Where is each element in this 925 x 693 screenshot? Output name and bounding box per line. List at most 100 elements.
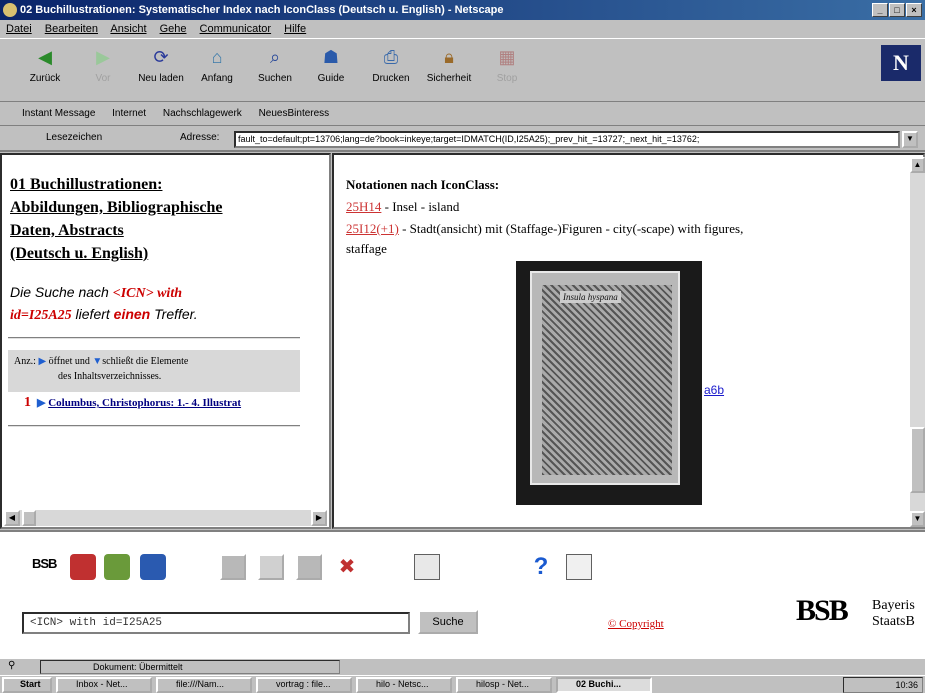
list-icon[interactable] (414, 554, 440, 580)
first-page-icon[interactable] (220, 554, 246, 580)
scroll-thumb[interactable] (22, 510, 36, 526)
security-label: Sicherheit (426, 73, 472, 84)
bsb-home-button[interactable]: BSB (32, 556, 57, 571)
personal-link-neues[interactable]: NeuesBinteress (259, 108, 330, 119)
status-text: Dokument: Übermittelt (40, 660, 340, 674)
taskbar-item-active[interactable]: 02 Buchi... (556, 677, 652, 693)
taskbar-item[interactable]: file:///Nam... (156, 677, 252, 693)
print-button[interactable]: ⎙ Drucken (366, 45, 416, 85)
printer-icon: ⎙ (383, 46, 399, 67)
location-toolbar: Lesezeichen Adresse: fault_to=default;pt… (0, 126, 925, 152)
right-frame: Notationen nach IconClass: 25H14 - Insel… (332, 153, 925, 529)
home-button[interactable]: ⌂ Anfang (192, 45, 242, 85)
status-bar: ⚲ Dokument: Übermittelt (0, 658, 925, 674)
hit-list-item[interactable]: 1 ▶ Columbus, Christophorus: 1.- 4. Illus… (24, 395, 329, 411)
taskbar-item[interactable]: hilosp - Net... (456, 677, 552, 693)
image-reference-link[interactable]: a6b (704, 383, 724, 397)
vertical-scrollbar[interactable]: ▲ ▼ (910, 157, 925, 527)
notation-link[interactable]: 25H14 (346, 199, 381, 214)
bottom-tool-panel: BSB ✖ ? <ICN> with id=I25A25 Suche © Cop… (0, 530, 925, 658)
bsb-logo: BSB (796, 594, 849, 627)
back-arrow-icon: ◀ (38, 46, 52, 67)
search-button[interactable]: ⌕ Suchen (250, 45, 300, 85)
guide-button[interactable]: ☗ Guide (306, 45, 356, 85)
personal-link-nachschlagewerk[interactable]: Nachschlagewerk (163, 108, 242, 119)
menu-bearbeiten[interactable]: Bearbeiten (45, 23, 98, 35)
hit-link[interactable]: Columbus, Christophorus: 1.- 4. Illustra… (48, 397, 241, 409)
menu-communicator[interactable]: Communicator (200, 23, 272, 35)
address-input[interactable]: fault_to=default;pt=13706;lang=de?book=i… (234, 131, 900, 148)
stop-icon: ▦ (498, 46, 516, 67)
scroll-up-button[interactable]: ▲ (910, 157, 925, 173)
address-dropdown-button[interactable]: ▼ (902, 131, 918, 148)
forward-arrow-icon: ▶ (96, 46, 110, 67)
horizontal-scrollbar[interactable]: ◀ ▶ (4, 510, 327, 526)
guide-label: Guide (317, 73, 345, 84)
window-title-bar[interactable]: 02 Buchillustrationen: Systematischer In… (0, 0, 925, 20)
stop-label: Stop (496, 73, 518, 84)
stop-button[interactable]: ▦ Stop (482, 45, 532, 85)
taskbar-item[interactable]: hilo - Netsc... (356, 677, 452, 693)
notations-heading: Notationen nach IconClass: (346, 177, 500, 192)
taskbar-item[interactable]: vortrag : file... (256, 677, 352, 693)
menu-ansicht[interactable]: Ansicht (110, 23, 146, 35)
home-label: Anfang (201, 73, 233, 84)
forward-label: Vor (95, 73, 111, 84)
library-name: Bayeris StaatsB (872, 598, 915, 629)
search-input[interactable]: <ICN> with id=I25A25 (22, 612, 410, 634)
woodcut-illustration: Insula hyspana (542, 285, 672, 475)
scroll-right-button[interactable]: ▶ (311, 510, 327, 526)
reload-icon: ⟳ (153, 46, 169, 67)
address-label: Adresse: (180, 132, 220, 143)
notation-link[interactable]: 25I12(+1) (346, 221, 399, 236)
padlock-icon: 🔒︎ (444, 46, 454, 67)
bookmarks-button[interactable]: Lesezeichen (46, 132, 102, 143)
navigation-toolbar: ◀ Zurück ▶ Vor ⟳ Neu laden ⌂ Anfang ⌕ Su… (0, 38, 925, 102)
forward-button[interactable]: ▶ Vor (78, 45, 128, 85)
security-button[interactable]: 🔒︎ Sicherheit (424, 45, 474, 85)
expand-arrow-icon[interactable]: ▶ (37, 397, 45, 409)
copyright-link[interactable]: © Copyright (608, 618, 664, 630)
menu-datei[interactable]: Datei (6, 23, 32, 35)
woodcut-caption: Insula hyspana (560, 291, 621, 303)
scroll-down-button[interactable]: ▼ (910, 511, 925, 527)
next-page-icon[interactable] (296, 554, 322, 580)
netscape-logo: N (881, 45, 921, 81)
clock: 10:36 (895, 680, 918, 690)
edit-icon[interactable] (566, 554, 592, 580)
previous-page-icon[interactable] (258, 554, 284, 580)
maximize-button[interactable]: □ (889, 3, 905, 17)
close-button[interactable]: × (906, 3, 922, 17)
scroll-left-button[interactable]: ◀ (4, 510, 20, 526)
bookmark-icon[interactable] (70, 554, 96, 580)
personal-toolbar: Instant Message Internet Nachschlagewerk… (0, 102, 925, 126)
taskbar-item[interactable]: Inbox - Net... (56, 677, 152, 693)
illustration-thumbnail[interactable]: Insula hyspana (516, 261, 702, 505)
scroll-thumb[interactable] (910, 427, 925, 493)
minimize-button[interactable]: _ (872, 3, 888, 17)
system-tray: 10:36 (843, 677, 923, 693)
personal-link-instant-message[interactable]: Instant Message (22, 108, 95, 119)
start-button[interactable]: Start (2, 677, 52, 693)
search-label: Suchen (258, 73, 292, 84)
menu-bar: Datei Bearbeiten Ansicht Gehe Communicat… (0, 20, 925, 38)
help-icon[interactable]: ? (528, 554, 554, 580)
collection-title[interactable]: 01 Buchillustrationen: Abbildungen, Bibl… (10, 173, 310, 265)
hit-number: 1 (24, 395, 31, 410)
personal-link-internet[interactable]: Internet (112, 108, 146, 119)
menu-hilfe[interactable]: Hilfe (284, 23, 306, 35)
expand-arrow-icon: ▶ (38, 356, 47, 367)
books-icon[interactable] (104, 554, 130, 580)
cancel-icon[interactable]: ✖ (334, 554, 360, 580)
back-button[interactable]: ◀ Zurück (20, 45, 70, 85)
search-submit-button[interactable]: Suche (418, 610, 478, 634)
back-label: Zurück (29, 73, 61, 84)
title-line: (Deutsch u. English) (10, 245, 149, 262)
search-id: id=I25A25 (10, 308, 72, 323)
reload-button[interactable]: ⟳ Neu laden (136, 45, 186, 85)
search-result-summary: Die Suche nach <ICN> with id=I25A25 lief… (10, 284, 198, 323)
menu-gehe[interactable]: Gehe (160, 23, 187, 35)
book-icon[interactable] (140, 554, 166, 580)
connection-icon: ⚲ (8, 660, 16, 671)
guide-icon: ☗ (322, 46, 340, 67)
